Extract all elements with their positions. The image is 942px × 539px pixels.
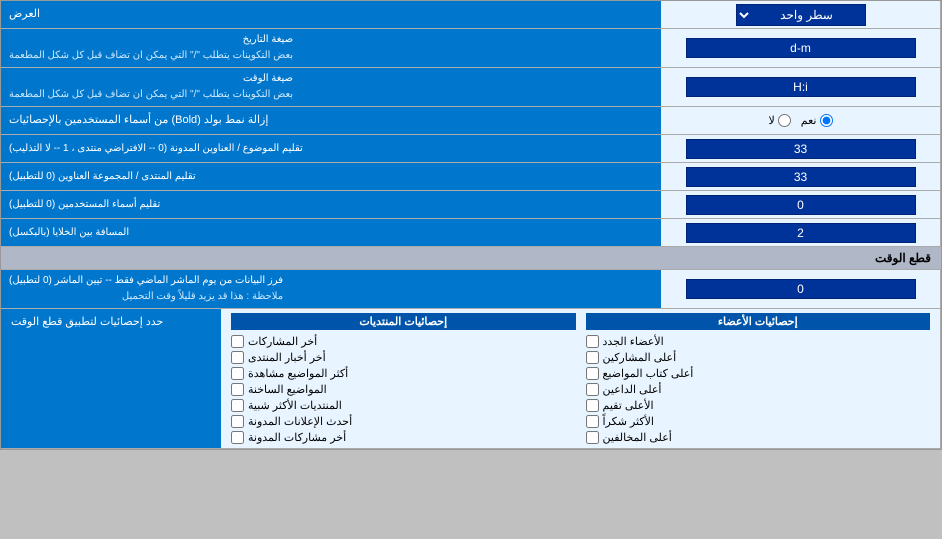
item-latest-blog: أحدث الإعلانات المدونة: [231, 415, 576, 428]
item-top-posters: أعلى المشاركين: [586, 351, 931, 364]
row-time-cut: فرز البيانات من يوم الماشر الماضي فقط --…: [1, 270, 941, 309]
item-top-writers: أعلى كتاب المواضيع: [586, 367, 931, 380]
checkbox-top-posters[interactable]: [586, 351, 599, 364]
input-gap[interactable]: [686, 223, 916, 243]
col-forums-stats: إحصائيات المنتديات أخر المشاركات أخر أخب…: [231, 313, 576, 444]
checkbox-new-members[interactable]: [586, 335, 599, 348]
col-forums-header: إحصائيات المنتديات: [231, 313, 576, 330]
item-top-rated: الأعلى تقيم: [586, 399, 931, 412]
label-gap: المسافة بين الخلايا (بالبكسل): [1, 219, 661, 246]
input-usernames[interactable]: [686, 195, 916, 215]
input-forum-group[interactable]: [686, 167, 916, 187]
radio-yes[interactable]: [820, 114, 833, 127]
row-bold: إزالة نمط بولد (Bold) من أسماء المستخدمي…: [1, 107, 941, 135]
row-date-format: صيغة التاريخ بعض التكوينات يتطلب "/" الت…: [1, 29, 941, 68]
input-cell-ard: سطر واحد سطران ثلاثة أسطر: [661, 1, 941, 28]
label-time-format: صيغة الوقت بعض التكوينات يتطلب "/" التي …: [1, 68, 661, 106]
checkbox-blog-posts[interactable]: [231, 431, 244, 444]
label-topic-titles: تقليم الموضوع / العناوين المدونة (0 -- ا…: [1, 135, 661, 162]
label-time-cut: فرز البيانات من يوم الماشر الماضي فقط --…: [1, 270, 661, 308]
checkbox-most-viewed[interactable]: [231, 367, 244, 380]
col-members-stats: إحصائيات الأعضاء الأعضاء الجدد أعلى المش…: [586, 313, 931, 444]
item-last-posts: أخر المشاركات: [231, 335, 576, 348]
select-ard[interactable]: سطر واحد سطران ثلاثة أسطر: [736, 4, 866, 26]
input-cell-gap: [661, 219, 941, 246]
input-topic-titles[interactable]: [686, 139, 916, 159]
input-cell-topic: [661, 135, 941, 162]
label-date-format: صيغة التاريخ بعض التكوينات يتطلب "/" الت…: [1, 29, 661, 67]
radio-yes-label[interactable]: نعم: [801, 114, 833, 127]
row-topic-titles: تقليم الموضوع / العناوين المدونة (0 -- ا…: [1, 135, 941, 163]
input-date-format[interactable]: [686, 38, 916, 58]
checkbox-top-writers[interactable]: [586, 367, 599, 380]
item-new-members: الأعضاء الجدد: [586, 335, 931, 348]
input-cell-time: [661, 68, 941, 106]
row-time-format: صيغة الوقت بعض التكوينات يتطلب "/" التي …: [1, 68, 941, 107]
checkbox-top-inviters[interactable]: [586, 383, 599, 396]
item-hot-topics: المواضيع الساخنة: [231, 383, 576, 396]
row-forum-group: تقليم المنتدى / المجموعة العناوين (0 للت…: [1, 163, 941, 191]
input-cell-forum: [661, 163, 941, 190]
input-cell-time-cut: [661, 270, 941, 308]
checkbox-similar-forums[interactable]: [231, 399, 244, 412]
row-usernames: تقليم أسماء المستخدمين (0 للتطبيل): [1, 191, 941, 219]
radio-cell-bold: نعم لا: [661, 107, 941, 134]
checkbox-forum-news[interactable]: [231, 351, 244, 364]
item-most-viewed: أكثر المواضيع مشاهدة: [231, 367, 576, 380]
input-time-cut[interactable]: [686, 279, 916, 299]
checkbox-top-rated[interactable]: [586, 399, 599, 412]
section-header-time-cut: قطع الوقت: [1, 247, 941, 270]
label-bold: إزالة نمط بولد (Bold) من أسماء المستخدمي…: [1, 107, 661, 134]
stats-label: حدد إحصائيات لتطبيق قطع الوقت: [1, 309, 221, 448]
input-cell-date: [661, 29, 941, 67]
checkbox-last-posts[interactable]: [231, 335, 244, 348]
checkbox-most-thanked[interactable]: [586, 415, 599, 428]
label-usernames: تقليم أسماء المستخدمين (0 للتطبيل): [1, 191, 661, 218]
row-gap: المسافة بين الخلايا (بالبكسل): [1, 219, 941, 247]
item-blog-posts: أخر مشاركات المدونة: [231, 431, 576, 444]
checkboxes-area: إحصائيات المنتديات أخر المشاركات أخر أخب…: [221, 309, 941, 448]
checkbox-hot-topics[interactable]: [231, 383, 244, 396]
item-top-inviters: أعلى الداعين: [586, 383, 931, 396]
radio-no-label[interactable]: لا: [769, 114, 791, 127]
row-ard: العرض سطر واحد سطران ثلاثة أسطر: [1, 1, 941, 29]
radio-no[interactable]: [778, 114, 791, 127]
item-top-violators: أعلى المخالفين: [586, 431, 931, 444]
item-similar-forums: المنتديات الأكثر شبية: [231, 399, 576, 412]
label-forum-group: تقليم المنتدى / المجموعة العناوين (0 للت…: [1, 163, 661, 190]
item-forum-news: أخر أخبار المنتدى: [231, 351, 576, 364]
input-cell-usernames: [661, 191, 941, 218]
checkbox-top-violators[interactable]: [586, 431, 599, 444]
checkbox-latest-blog[interactable]: [231, 415, 244, 428]
bottom-section: حدد إحصائيات لتطبيق قطع الوقت إحصائيات ا…: [1, 309, 941, 449]
label-ard: العرض: [1, 1, 661, 28]
col-members-header: إحصائيات الأعضاء: [586, 313, 931, 330]
input-time-format[interactable]: [686, 77, 916, 97]
item-most-thanked: الأكثر شكراً: [586, 415, 931, 428]
main-container: العرض سطر واحد سطران ثلاثة أسطر صيغة الت…: [0, 0, 942, 450]
